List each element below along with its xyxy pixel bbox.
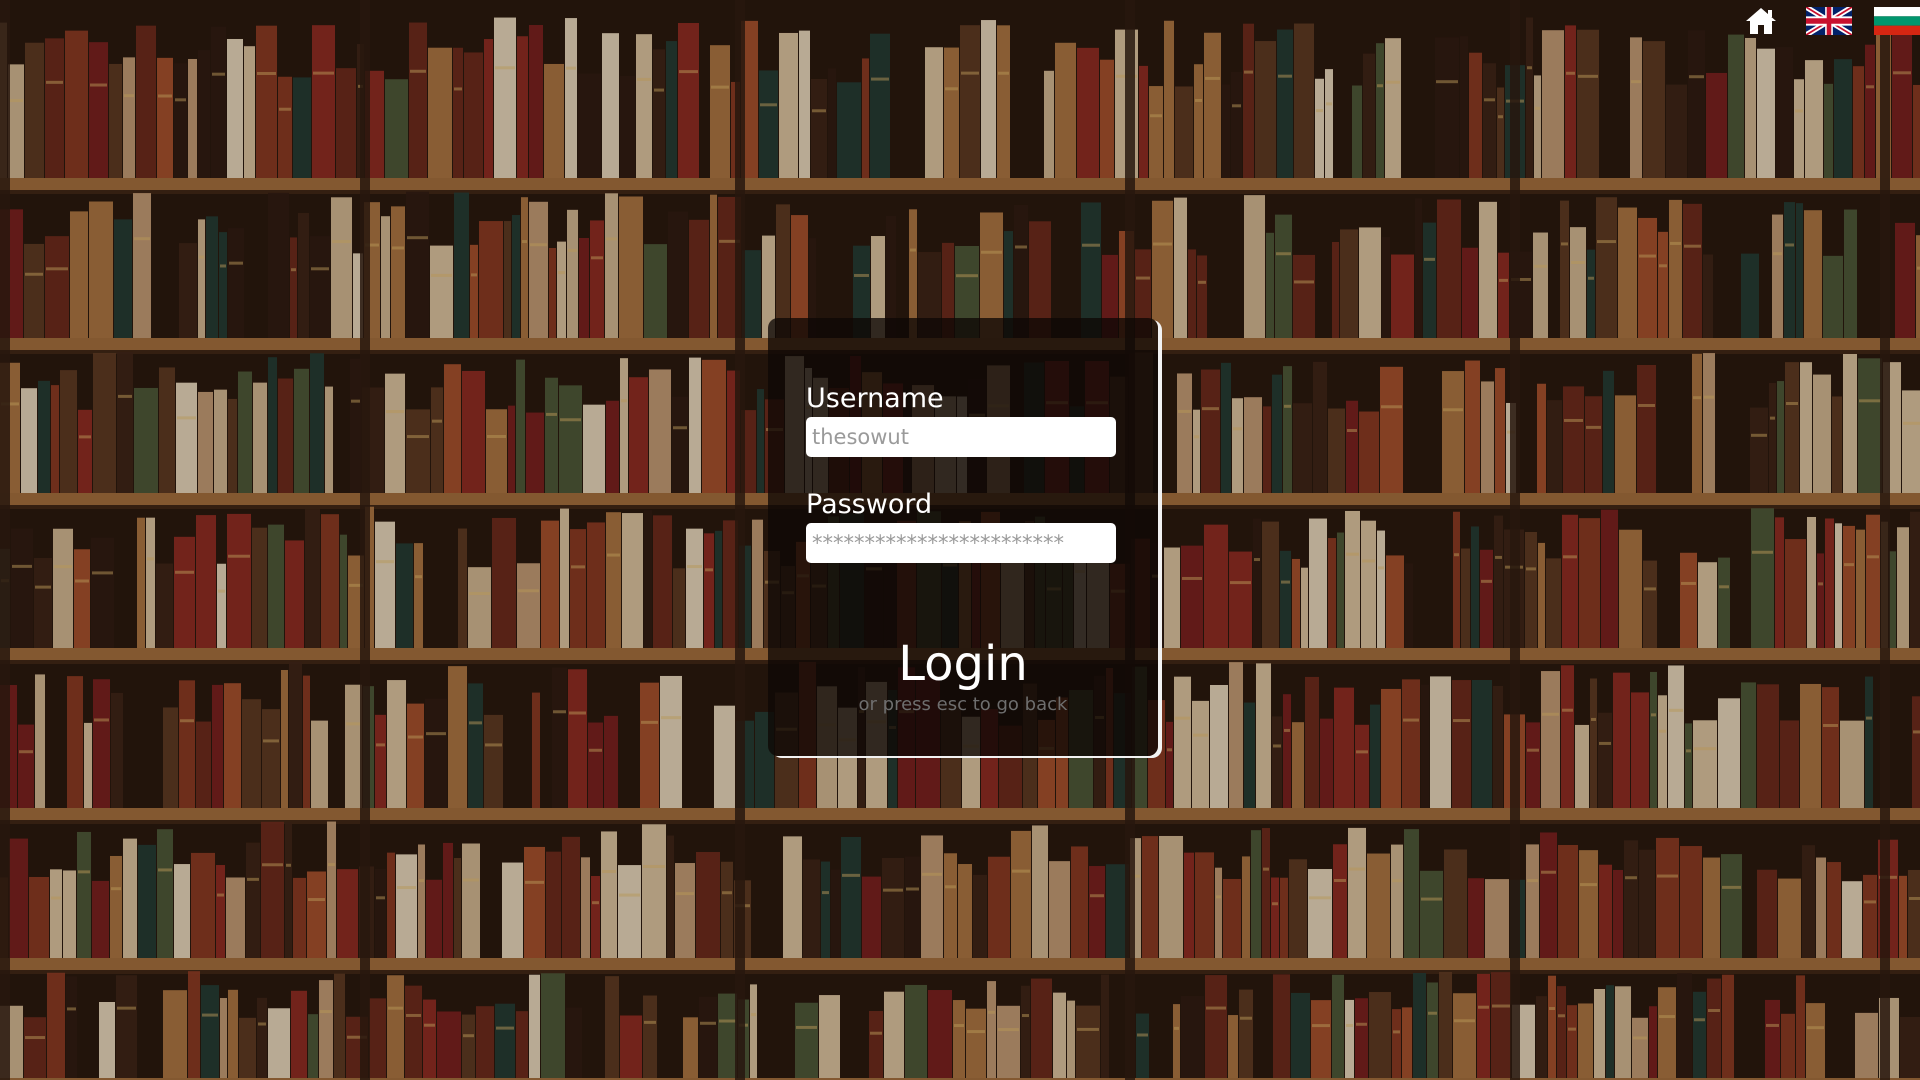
home-button[interactable]	[1738, 6, 1784, 36]
bulgaria-flag-icon	[1874, 7, 1920, 35]
username-label: Username	[806, 383, 944, 414]
password-field[interactable]	[806, 523, 1116, 563]
escape-hint: or press esc to go back	[858, 694, 1068, 715]
login-screen: Username Password Login or press esc to …	[0, 0, 1920, 1080]
login-form: Username Password	[806, 383, 1116, 563]
login-button[interactable]: Login	[768, 636, 1158, 692]
uk-flag-icon	[1806, 7, 1852, 35]
language-en-button[interactable]	[1806, 6, 1852, 36]
language-bg-button[interactable]	[1874, 6, 1920, 36]
login-panel: Username Password Login or press esc to …	[768, 318, 1158, 756]
username-field[interactable]	[806, 417, 1116, 457]
home-icon	[1746, 8, 1776, 34]
password-label: Password	[806, 489, 933, 520]
top-right-toolbar	[1738, 6, 1920, 36]
